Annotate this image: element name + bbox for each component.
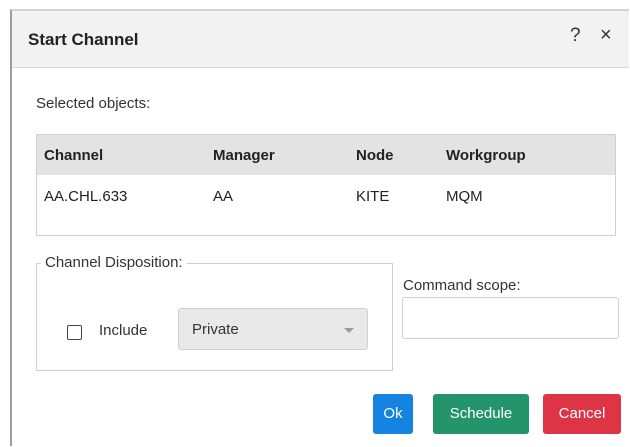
help-icon[interactable]: ? (570, 25, 581, 47)
cell-channel: AA.CHL.633 (44, 188, 128, 205)
cell-manager: AA (213, 188, 234, 205)
selected-objects-table: Channel Manager Node Workgroup AA.CHL.63… (36, 134, 616, 236)
cell-node: KITE (356, 188, 390, 205)
disposition-select[interactable]: Private (178, 308, 368, 350)
include-label[interactable]: Include (99, 322, 147, 339)
channel-disposition-legend: Channel Disposition: (41, 254, 187, 271)
schedule-button[interactable]: Schedule (433, 394, 529, 434)
command-scope-label: Command scope: (403, 277, 521, 294)
close-icon[interactable]: × (600, 24, 612, 47)
table-header: Channel Manager Node Workgroup (37, 135, 615, 175)
column-header-manager[interactable]: Manager (213, 147, 275, 164)
column-header-workgroup[interactable]: Workgroup (446, 147, 526, 164)
column-header-channel[interactable]: Channel (44, 147, 103, 164)
ok-button[interactable]: Ok (373, 394, 413, 434)
cell-workgroup: MQM (446, 188, 483, 205)
dialog-header: Start Channel ? × (12, 11, 629, 68)
channel-disposition-group: Channel Disposition: Include Private (36, 254, 393, 371)
dialog-title: Start Channel (28, 30, 139, 49)
command-scope-input[interactable] (402, 297, 619, 339)
disposition-select-value: Private (192, 321, 239, 338)
cancel-button[interactable]: Cancel (543, 394, 621, 434)
chevron-down-icon (344, 328, 354, 333)
include-checkbox[interactable] (67, 325, 82, 340)
column-header-node[interactable]: Node (356, 147, 394, 164)
start-channel-dialog: Start Channel ? × Selected objects: Chan… (10, 9, 629, 446)
selected-objects-label: Selected objects: (36, 95, 151, 112)
